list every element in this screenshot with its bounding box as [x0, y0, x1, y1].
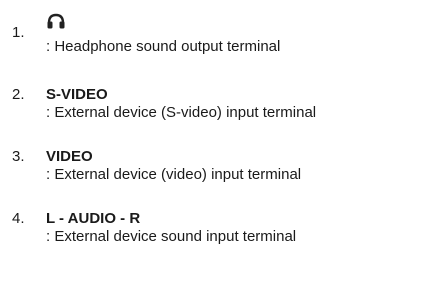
- headphone-icon: [46, 13, 66, 29]
- item-title: L - AUDIO - R: [46, 210, 141, 227]
- item-title: VIDEO: [46, 148, 93, 165]
- item-description: : External device sound input terminal: [46, 228, 297, 245]
- item-description: : Headphone sound output terminal: [46, 38, 281, 55]
- terminal-list: 1. : Headphone sound output terminal 2. …: [0, 0, 446, 285]
- item-description: : External device (S-video) input termin…: [46, 104, 317, 121]
- item-number: 4.: [12, 210, 25, 227]
- item-title: S-VIDEO: [46, 86, 108, 103]
- item-number: 2.: [12, 86, 25, 103]
- item-number: 3.: [12, 148, 25, 165]
- item-number: 1.: [12, 24, 25, 41]
- item-description: : External device (video) input terminal: [46, 166, 302, 183]
